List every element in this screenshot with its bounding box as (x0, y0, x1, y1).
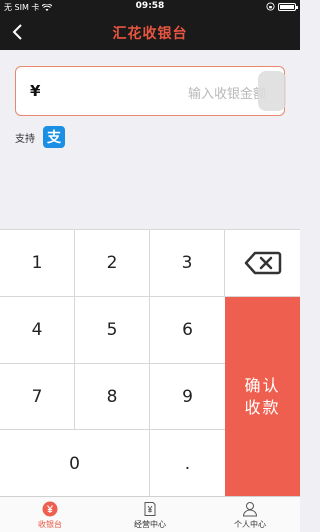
key-3[interactable]: 3 (150, 230, 225, 297)
key-9[interactable]: 9 (150, 364, 225, 430)
key-2[interactable]: 2 (75, 230, 150, 297)
tab-business-label: 经营中心 (134, 520, 166, 529)
key-7[interactable]: 7 (0, 364, 75, 430)
page-title: 汇花收银台 (112, 26, 188, 42)
tab-cashier-label: 收银台 (38, 520, 62, 529)
alipay-icon: 支 (43, 126, 65, 148)
numeric-keypad: 1 2 3 4 5 6 7 8 9 0 . 确认 收款 (0, 229, 300, 497)
support-label: 支持 (15, 133, 35, 145)
cashier-icon (42, 501, 58, 517)
key-0[interactable]: 0 (0, 430, 150, 497)
key-8[interactable]: 8 (75, 364, 150, 430)
tab-profile-label: 个人中心 (234, 520, 266, 529)
backspace-icon (244, 251, 281, 275)
tab-profile[interactable]: 个人中心 (200, 497, 300, 532)
key-4[interactable]: 4 (0, 297, 75, 364)
amount-placeholder: 输入收银金额 (187, 87, 266, 102)
confirm-label-line2: 收款 (244, 398, 281, 417)
backspace-key[interactable] (225, 230, 300, 297)
nav-bar: 汇花收银台 (0, 14, 300, 50)
confirm-payment-button[interactable]: 确认 收款 (225, 297, 300, 497)
payment-support: 支持 支 (15, 126, 65, 148)
tab-bar: 收银台 经营中心 个人中心 (0, 496, 300, 532)
battery-icon (278, 2, 298, 11)
assistive-touch-button[interactable] (258, 71, 286, 111)
key-5[interactable]: 5 (75, 297, 150, 364)
business-icon (144, 502, 156, 516)
key-1[interactable]: 1 (0, 230, 75, 297)
key-6[interactable]: 6 (150, 297, 225, 364)
key-decimal[interactable]: . (150, 430, 225, 497)
confirm-label-line1: 确认 (244, 376, 281, 395)
currency-symbol: ¥ (30, 82, 41, 100)
status-time: 09:58 (135, 1, 165, 11)
rotation-lock-icon (266, 2, 275, 11)
status-right (266, 2, 298, 11)
alipay-glyph: 支 (47, 130, 61, 146)
person-icon (242, 502, 258, 517)
status-bar: 无 SIM 卡 09:58 (0, 0, 300, 14)
tab-cashier[interactable]: 收银台 (0, 497, 100, 532)
amount-input[interactable]: ¥ 输入收银金额 (15, 66, 286, 116)
tab-business[interactable]: 经营中心 (100, 497, 200, 532)
